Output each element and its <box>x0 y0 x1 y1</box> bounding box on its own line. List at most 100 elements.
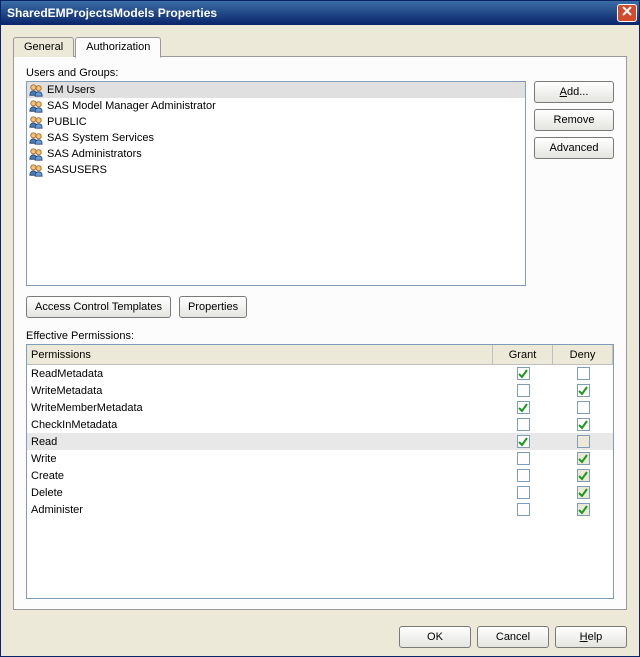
checkbox[interactable] <box>577 452 590 465</box>
access-control-templates-button[interactable]: Access Control Templates <box>26 296 171 318</box>
checkbox[interactable] <box>517 503 530 516</box>
table-row[interactable]: ReadMetadata <box>27 365 613 382</box>
group-icon <box>29 131 43 145</box>
permission-name: Delete <box>27 487 493 499</box>
permission-name: CheckInMetadata <box>27 419 493 431</box>
list-item-label: SAS Model Manager Administrator <box>47 100 216 112</box>
checkbox[interactable] <box>517 384 530 397</box>
client-area: General Authorization Users and Groups: … <box>1 25 639 618</box>
checkbox[interactable] <box>577 401 590 414</box>
col-header-grant[interactable]: Grant <box>493 345 553 364</box>
list-item[interactable]: EM Users <box>27 82 525 98</box>
side-buttons: Add... Remove Advanced <box>534 81 614 286</box>
help-button[interactable]: Help <box>555 626 627 648</box>
checkbox[interactable] <box>577 435 590 448</box>
permission-name: Create <box>27 470 493 482</box>
list-item[interactable]: SAS System Services <box>27 130 525 146</box>
table-row[interactable]: Delete <box>27 484 613 501</box>
grant-cell <box>493 486 553 499</box>
checkbox[interactable] <box>577 384 590 397</box>
grant-cell <box>493 469 553 482</box>
checkbox[interactable] <box>517 469 530 482</box>
permission-name: WriteMetadata <box>27 385 493 397</box>
grant-cell <box>493 384 553 397</box>
deny-cell <box>553 367 613 380</box>
tab-authorization[interactable]: Authorization <box>75 37 161 58</box>
checkbox[interactable] <box>517 401 530 414</box>
grant-cell <box>493 401 553 414</box>
users-groups-list[interactable]: EM Users SAS Model Manager Administrator P… <box>26 81 526 286</box>
grant-cell <box>493 452 553 465</box>
permissions-section: Permissions Grant Deny ReadMetadata Write… <box>26 344 614 599</box>
grant-cell <box>493 367 553 380</box>
deny-cell <box>553 418 613 431</box>
permissions-body: ReadMetadata WriteMetadata WriteMemberMeta… <box>27 365 613 518</box>
group-icon <box>29 99 43 113</box>
properties-button[interactable]: Properties <box>179 296 247 318</box>
deny-cell <box>553 503 613 516</box>
checkbox[interactable] <box>517 486 530 499</box>
list-item-label: EM Users <box>47 84 95 96</box>
deny-cell <box>553 401 613 414</box>
list-item[interactable]: PUBLIC <box>27 114 525 130</box>
tabstrip: General Authorization <box>13 35 627 57</box>
effective-permissions-label: Effective Permissions: <box>26 330 614 342</box>
permission-name: WriteMemberMetadata <box>27 402 493 414</box>
table-row[interactable]: Write <box>27 450 613 467</box>
add-button[interactable]: Add... <box>534 81 614 103</box>
grant-cell <box>493 503 553 516</box>
users-groups-label: Users and Groups: <box>26 67 614 79</box>
mid-buttons: Access Control Templates Properties <box>26 296 614 318</box>
deny-cell <box>553 452 613 465</box>
group-icon <box>29 83 43 97</box>
grant-cell <box>493 418 553 431</box>
grant-cell <box>493 435 553 448</box>
list-item-label: SASUSERS <box>47 164 107 176</box>
list-item-label: PUBLIC <box>47 116 87 128</box>
tab-general[interactable]: General <box>13 37 74 57</box>
table-row[interactable]: WriteMetadata <box>27 382 613 399</box>
window-title: SharedEMProjectsModels Properties <box>7 6 617 20</box>
group-icon <box>29 115 43 129</box>
checkbox[interactable] <box>577 486 590 499</box>
list-item[interactable]: SAS Model Manager Administrator <box>27 98 525 114</box>
list-item[interactable]: SASUSERS <box>27 162 525 178</box>
permissions-table[interactable]: Permissions Grant Deny ReadMetadata Write… <box>26 344 614 599</box>
deny-cell <box>553 384 613 397</box>
permission-name: Administer <box>27 504 493 516</box>
checkbox[interactable] <box>577 469 590 482</box>
group-icon <box>29 163 43 177</box>
close-button[interactable] <box>617 4 637 22</box>
list-item-label: SAS Administrators <box>47 148 142 160</box>
ok-button[interactable]: OK <box>399 626 471 648</box>
permissions-header: Permissions Grant Deny <box>27 345 613 365</box>
list-item[interactable]: SAS Administrators <box>27 146 525 162</box>
checkbox[interactable] <box>517 435 530 448</box>
table-row[interactable]: Create <box>27 467 613 484</box>
remove-button[interactable]: Remove <box>534 109 614 131</box>
advanced-button[interactable]: Advanced <box>534 137 614 159</box>
deny-cell <box>553 469 613 482</box>
table-row[interactable]: CheckInMetadata <box>27 416 613 433</box>
table-row[interactable]: Administer <box>27 501 613 518</box>
table-row[interactable]: Read <box>27 433 613 450</box>
users-groups-row: EM Users SAS Model Manager Administrator P… <box>26 81 614 286</box>
col-header-permissions[interactable]: Permissions <box>27 345 493 364</box>
checkbox[interactable] <box>517 367 530 380</box>
group-icon <box>29 147 43 161</box>
tab-panel-authorization: Users and Groups: EM Users SAS Model Mana… <box>13 56 627 610</box>
col-header-deny[interactable]: Deny <box>553 345 613 364</box>
cancel-button[interactable]: Cancel <box>477 626 549 648</box>
permission-name: ReadMetadata <box>27 368 493 380</box>
checkbox[interactable] <box>577 367 590 380</box>
titlebar: SharedEMProjectsModels Properties <box>1 1 639 25</box>
permission-name: Read <box>27 436 493 448</box>
list-item-label: SAS System Services <box>47 132 154 144</box>
deny-cell <box>553 435 613 448</box>
checkbox[interactable] <box>517 418 530 431</box>
checkbox[interactable] <box>577 503 590 516</box>
checkbox[interactable] <box>517 452 530 465</box>
table-row[interactable]: WriteMemberMetadata <box>27 399 613 416</box>
checkbox[interactable] <box>577 418 590 431</box>
permission-name: Write <box>27 453 493 465</box>
